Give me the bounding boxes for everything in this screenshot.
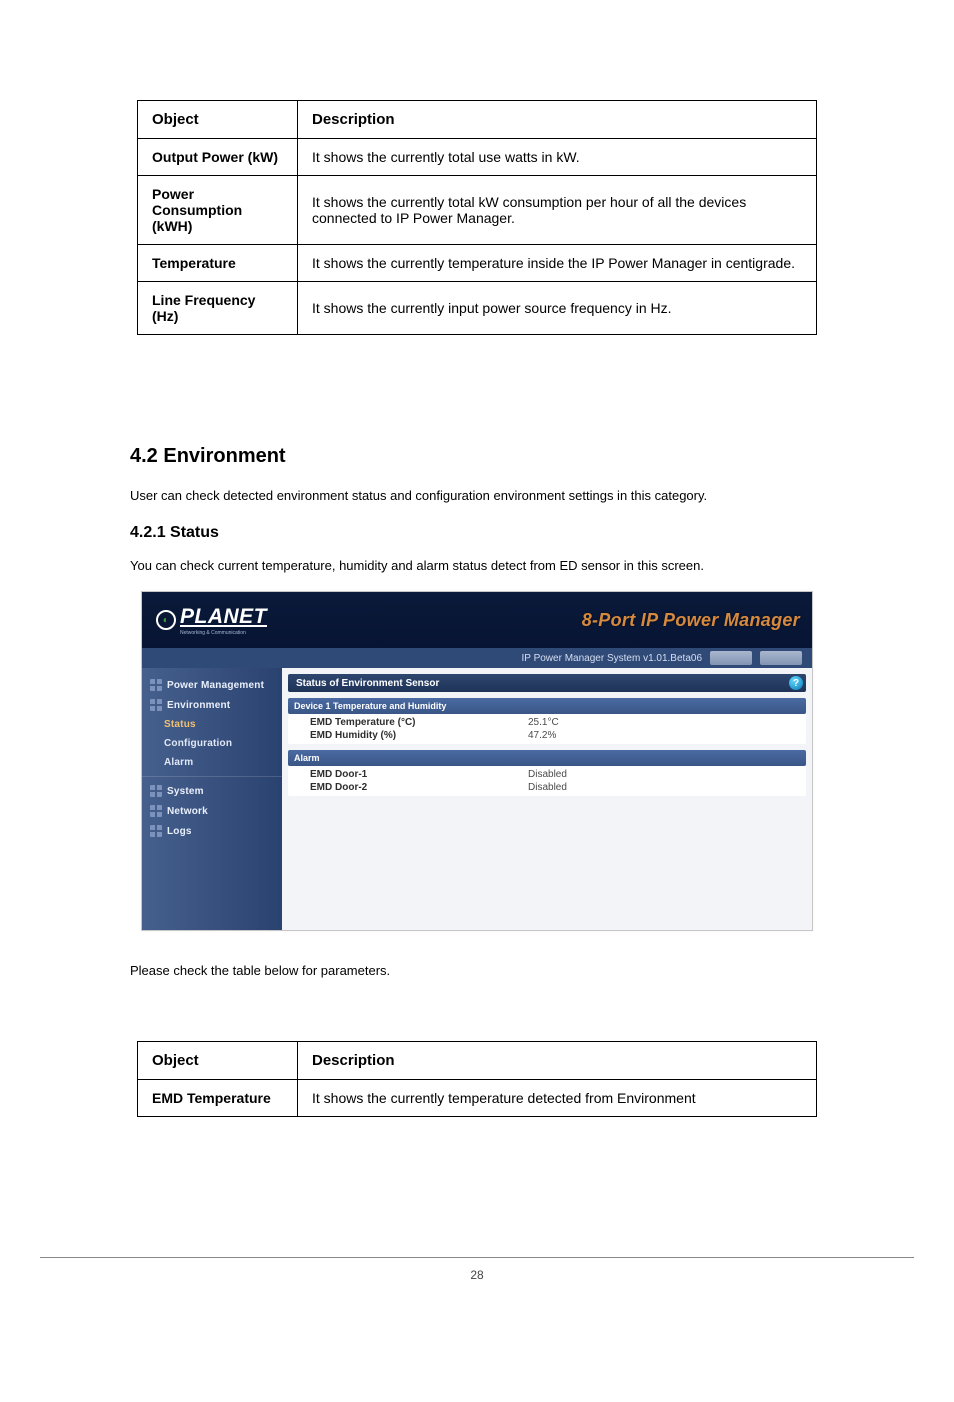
sidebar-item-status[interactable]: Status [142, 715, 282, 734]
table-row: Temperature It shows the currently tempe… [138, 245, 817, 282]
sidebar-item-power-management[interactable]: Power Management [142, 675, 282, 695]
page-number: 28 [0, 1268, 954, 1282]
ui-screenshot: ◐ PLANET Networking & Communication 8-Po… [141, 591, 813, 931]
data-row: EMD Door-2 Disabled [288, 781, 806, 794]
grid-icon [150, 679, 162, 691]
brand-name: PLANET [180, 605, 267, 628]
table-row: EMD Temperature It shows the currently t… [138, 1079, 817, 1116]
section-heading: 4.2 Environment [130, 445, 894, 468]
brand-logo: ◐ PLANET Networking & Communication [156, 605, 267, 636]
param-desc: It shows the currently total use watts i… [298, 139, 817, 176]
sidebar-item-label: Alarm [164, 757, 193, 768]
second-params-intro: Please check the table below for paramet… [130, 961, 824, 981]
brand-subtitle: Networking & Communication [180, 630, 267, 636]
row-value: 47.2% [528, 730, 806, 741]
sidebar-item-label: Power Management [167, 680, 264, 691]
app-title: 8-Port IP Power Manager [582, 610, 800, 631]
sidebar-item-label: System [167, 786, 204, 797]
param-desc: It shows the currently input power sourc… [298, 282, 817, 335]
help-button[interactable]: ? [789, 676, 803, 690]
row-key: EMD Temperature (°C) [288, 717, 528, 728]
param-desc: It shows the currently temperature detec… [298, 1079, 817, 1116]
sidebar-item-environment[interactable]: Environment [142, 695, 282, 715]
subsection-intro: You can check current temperature, humid… [130, 556, 824, 576]
table-row: Power Consumption (kWH) It shows the cur… [138, 176, 817, 245]
table-row: Output Power (kW) It shows the currently… [138, 139, 817, 176]
content-title-bar: Status of Environment Sensor ? [288, 674, 806, 692]
sidebar-item-label: Logs [167, 826, 192, 837]
sidebar-item-label: Network [167, 806, 208, 817]
grid-icon [150, 805, 162, 817]
panel-body: EMD Temperature (°C) 25.1°C EMD Humidity… [288, 714, 806, 744]
panel-alarm: Alarm EMD Door-1 Disabled EMD Door-2 Dis… [288, 750, 806, 796]
param-label: Power Consumption (kWH) [138, 176, 298, 245]
data-row: EMD Humidity (%) 47.2% [288, 729, 806, 742]
panel-body: EMD Door-1 Disabled EMD Door-2 Disabled [288, 766, 806, 796]
topbar-tab-1[interactable] [710, 651, 752, 665]
content-title: Status of Environment Sensor [296, 678, 439, 689]
panel-header: Alarm [288, 750, 806, 766]
row-value: Disabled [528, 782, 806, 793]
panel-header: Device 1 Temperature and Humidity [288, 698, 806, 714]
row-value: 25.1°C [528, 717, 806, 728]
row-key: EMD Humidity (%) [288, 730, 528, 741]
param-label: EMD Temperature [138, 1079, 298, 1116]
app-header: ◐ PLANET Networking & Communication 8-Po… [142, 592, 812, 648]
data-row: EMD Door-1 Disabled [288, 768, 806, 781]
sidebar-item-logs[interactable]: Logs [142, 821, 282, 841]
sidebar-item-label: Configuration [164, 738, 232, 749]
row-key: EMD Door-1 [288, 769, 528, 780]
table-row: Line Frequency (Hz) It shows the current… [138, 282, 817, 335]
sidebar-item-label: Status [164, 719, 196, 730]
param-table-1: Object Description Output Power (kW) It … [137, 100, 817, 335]
topbar-tab-2[interactable] [760, 651, 802, 665]
grid-icon [150, 699, 162, 711]
row-key: EMD Door-2 [288, 782, 528, 793]
globe-icon: ◐ [156, 610, 176, 630]
param-desc: It shows the currently temperature insid… [298, 245, 817, 282]
panel-temperature-humidity: Device 1 Temperature and Humidity EMD Te… [288, 698, 806, 744]
data-row: EMD Temperature (°C) 25.1°C [288, 716, 806, 729]
table-header-row: Object Description [138, 101, 817, 139]
sidebar-item-system[interactable]: System [142, 781, 282, 801]
col-object: Object [138, 101, 298, 139]
sidebar-divider [142, 776, 282, 777]
sidebar-item-label: Environment [167, 700, 230, 711]
sidebar-item-alarm[interactable]: Alarm [142, 753, 282, 772]
footer-rule [40, 1257, 914, 1258]
system-version-text: IP Power Manager System v1.01.Beta06 [522, 653, 702, 664]
col-description: Description [298, 101, 817, 139]
param-label: Temperature [138, 245, 298, 282]
grid-icon [150, 785, 162, 797]
section-intro: User can check detected environment stat… [130, 486, 824, 506]
param-table-2: Object Description EMD Temperature It sh… [137, 1041, 817, 1117]
param-desc: It shows the currently total kW consumpt… [298, 176, 817, 245]
sidebar-item-configuration[interactable]: Configuration [142, 734, 282, 753]
row-value: Disabled [528, 769, 806, 780]
content-area: Status of Environment Sensor ? Device 1 … [282, 668, 812, 930]
sidebar-item-network[interactable]: Network [142, 801, 282, 821]
subsection-heading: 4.2.1 Status [130, 524, 894, 542]
param-label: Output Power (kW) [138, 139, 298, 176]
col-description: Description [298, 1041, 817, 1079]
col-object: Object [138, 1041, 298, 1079]
grid-icon [150, 825, 162, 837]
sidebar-nav: Power Management Environment Status Conf… [142, 668, 282, 930]
top-status-bar: IP Power Manager System v1.01.Beta06 [142, 648, 812, 668]
param-label: Line Frequency (Hz) [138, 282, 298, 335]
table-header-row: Object Description [138, 1041, 817, 1079]
